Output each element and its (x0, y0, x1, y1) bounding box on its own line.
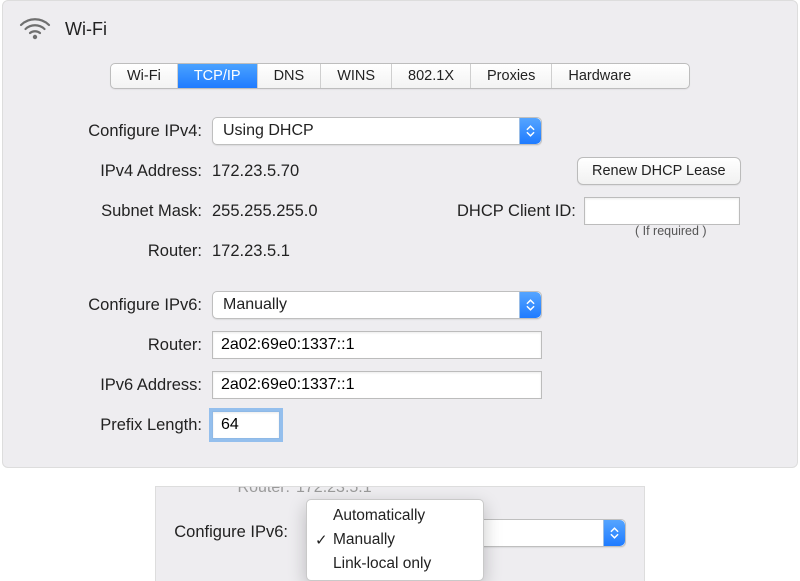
tab-tcpip[interactable]: TCP/IP (178, 64, 258, 88)
strip-top-label: Router: (156, 486, 296, 491)
tab-dns[interactable]: DNS (258, 64, 322, 88)
tab-hardware[interactable]: Hardware (552, 64, 647, 88)
tcpip-form: Configure IPv4: Using DHCP IPv4 Address:… (3, 111, 797, 445)
tab-8021x[interactable]: 802.1X (392, 64, 471, 88)
menu-item-link-local-only[interactable]: Link-local only (307, 552, 483, 576)
panel-title: Wi-Fi (65, 19, 107, 40)
updown-icon (519, 292, 541, 318)
dhcp-client-id-input[interactable] (584, 197, 740, 225)
tab-proxies[interactable]: Proxies (471, 64, 552, 88)
ipv4-router-label: Router: (27, 242, 212, 261)
tab-wifi[interactable]: Wi-Fi (111, 64, 178, 88)
ipv4-router-value: 172.23.5.1 (212, 242, 290, 261)
ipv6-config-menu: Automatically ✓ Manually Link-local only (306, 499, 484, 581)
configure-ipv6-value: Manually (223, 296, 287, 314)
configure-ipv6-select[interactable]: Manually (212, 291, 542, 319)
subnet-mask-label: Subnet Mask: (27, 202, 212, 221)
menu-item-automatically[interactable]: Automatically (307, 504, 483, 528)
renew-dhcp-lease-label: Renew DHCP Lease (592, 163, 726, 179)
ipv4-address-value: 172.23.5.70 (212, 162, 299, 181)
prefix-length-input[interactable] (212, 411, 280, 439)
tab-wins[interactable]: WINS (321, 64, 392, 88)
configure-ipv4-value: Using DHCP (223, 122, 314, 140)
configure-ipv4-label: Configure IPv4: (27, 122, 212, 141)
strip-configure-ipv6-label: Configure IPv6: (156, 523, 296, 542)
strip-top-value: 172.23.5.1 (296, 486, 372, 491)
check-icon: ✓ (315, 531, 328, 549)
configure-ipv4-select[interactable]: Using DHCP (212, 117, 542, 145)
panel-header: Wi-Fi (3, 1, 797, 45)
tab-bar: Wi-Fi TCP/IP DNS WINS 802.1X Proxies Har… (110, 63, 690, 89)
wifi-icon (17, 13, 53, 45)
updown-icon (519, 118, 541, 144)
ipv6-router-label: Router: (27, 336, 212, 355)
menu-item-label: Link-local only (333, 555, 431, 573)
menu-item-manually[interactable]: ✓ Manually (307, 528, 483, 552)
dhcp-client-id-label: DHCP Client ID: (457, 202, 576, 221)
network-tcpip-panel: Wi-Fi Wi-Fi TCP/IP DNS WINS 802.1X Proxi… (2, 0, 798, 468)
ipv4-address-label: IPv4 Address: (27, 162, 212, 181)
prefix-length-label: Prefix Length: (27, 416, 212, 435)
renew-dhcp-lease-button[interactable]: Renew DHCP Lease (577, 157, 741, 185)
menu-item-label: Manually (333, 531, 395, 549)
ipv6-router-input[interactable] (212, 331, 542, 359)
updown-icon (603, 520, 625, 546)
ipv6-address-label: IPv6 Address: (27, 376, 212, 395)
menu-item-label: Automatically (333, 507, 425, 525)
configure-ipv6-label: Configure IPv6: (27, 296, 212, 315)
strip-top-cut: Router: 172.23.5.1 (156, 487, 644, 499)
ipv6-config-dropdown-strip: Router: 172.23.5.1 Configure IPv6: Autom… (155, 486, 645, 581)
subnet-mask-value: 255.255.255.0 (212, 202, 318, 221)
ipv6-address-input[interactable] (212, 371, 542, 399)
